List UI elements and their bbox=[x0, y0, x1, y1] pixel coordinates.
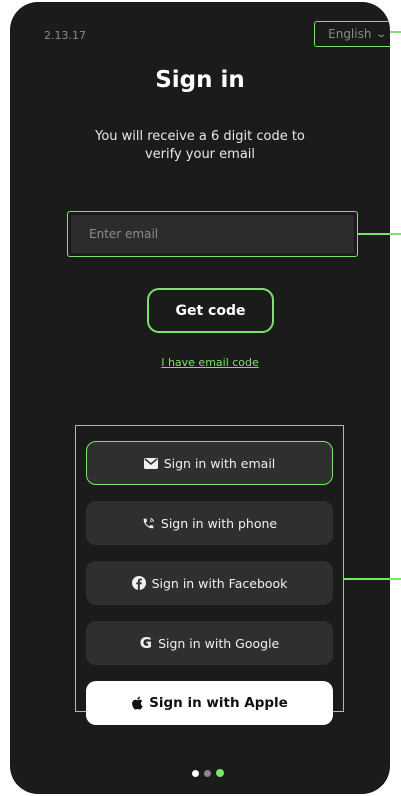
sign-in-google-label: Sign in with Google bbox=[158, 635, 280, 651]
language-selector[interactable]: English ⌄ bbox=[314, 21, 390, 47]
sign-in-apple-button[interactable]: Sign in with Apple bbox=[86, 681, 333, 725]
chevron-down-icon: ⌄ bbox=[375, 28, 388, 40]
sign-in-email-button[interactable]: Sign in with email bbox=[86, 441, 333, 485]
phone-icon bbox=[142, 517, 155, 530]
page-subtitle: You will receive a 6 digit code to verif… bbox=[95, 129, 305, 162]
google-icon: G bbox=[139, 634, 153, 652]
sign-in-facebook-button[interactable]: Sign in with Facebook bbox=[86, 561, 333, 605]
email-field-box bbox=[71, 215, 354, 253]
have-email-code-link[interactable]: I have email code bbox=[10, 356, 401, 369]
sign-in-phone-label: Sign in with phone bbox=[160, 515, 278, 531]
sign-in-phone-button[interactable]: Sign in with phone bbox=[86, 501, 333, 545]
page-dot-3-check-icon bbox=[216, 769, 224, 777]
sign-in-options-highlight: Sign in with email Sign in with phone Si… bbox=[75, 425, 344, 725]
get-code-button[interactable]: Get code bbox=[147, 288, 274, 333]
email-input[interactable] bbox=[89, 227, 354, 241]
sign-in-facebook-label: Sign in with Facebook bbox=[151, 575, 288, 591]
sign-in-google-button[interactable]: G Sign in with Google bbox=[86, 621, 333, 665]
callout-line-language bbox=[390, 31, 401, 33]
page-dot-1 bbox=[192, 769, 199, 777]
envelope-icon bbox=[143, 457, 158, 469]
language-label: English bbox=[328, 27, 372, 41]
page-dot-2 bbox=[204, 769, 211, 777]
sign-in-apple-label: Sign in with Apple bbox=[149, 695, 288, 711]
sign-in-email-label: Sign in with email bbox=[163, 455, 276, 471]
apple-icon bbox=[131, 696, 143, 710]
facebook-icon bbox=[131, 576, 146, 590]
callout-line-providers bbox=[344, 578, 401, 580]
page-title: Sign in bbox=[155, 67, 245, 93]
page-indicator bbox=[192, 769, 224, 777]
email-field-highlight bbox=[67, 211, 358, 257]
app-version: 2.13.17 bbox=[44, 29, 86, 42]
callout-line-email bbox=[358, 233, 401, 235]
